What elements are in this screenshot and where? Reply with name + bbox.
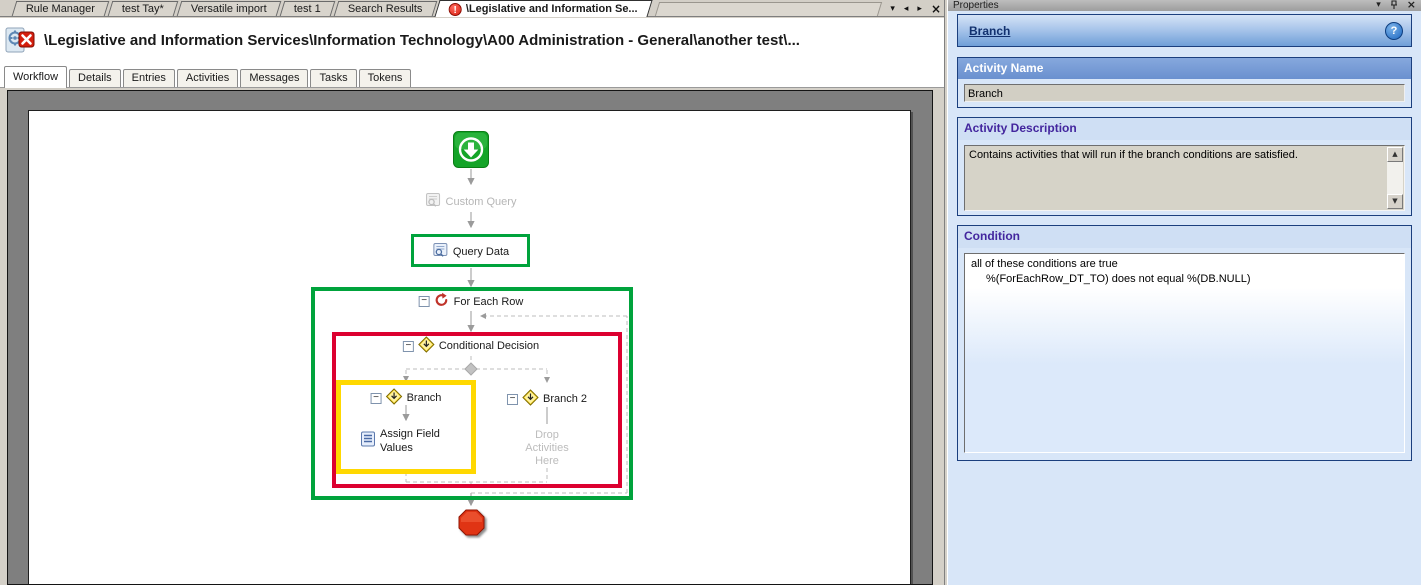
properties-panel: Properties ▾ × Branch ? Activity Name Br…	[948, 0, 1421, 585]
description-scrollbar[interactable]: ▲ ▼	[1387, 147, 1403, 209]
branch-node[interactable]: − Branch	[370, 388, 442, 408]
activity-help-link[interactable]: Branch	[969, 24, 1010, 38]
tab-scroll-right-button[interactable]: ▸	[917, 4, 922, 14]
doc-tab-label: test Tay*	[121, 3, 164, 15]
condition-rule: %(ForEachRow_DT_TO) does not equal %(DB.…	[986, 273, 1251, 285]
condition-root-rule: all of these conditions are true	[971, 258, 1118, 270]
doc-tab-search-results[interactable]: Search Results	[333, 1, 437, 16]
condition-section: Condition all of these conditions are tr…	[957, 225, 1412, 461]
workflow-canvas-page: Custom Query Query Data − For Each Row −…	[28, 110, 911, 584]
tab-close-button[interactable]: ×	[931, 3, 941, 15]
scroll-down-button[interactable]: ▼	[1387, 194, 1403, 209]
activity-name-input[interactable]: Branch	[964, 84, 1405, 102]
activity-name-section: Activity Name Branch	[957, 57, 1412, 108]
tab-scroll-left-button[interactable]: ◂	[904, 4, 909, 14]
document-tab-bar: Rule Manager test Tay* Versatile import …	[0, 0, 948, 17]
condition-editor[interactable]: all of these conditions are true %(ForEa…	[964, 253, 1405, 453]
drop-activities-hint: Drop Activities Here	[525, 429, 569, 467]
activity-description-text: Contains activities that will run if the…	[969, 149, 1298, 161]
branch-diamond-icon	[522, 389, 539, 409]
tab-messages[interactable]: Messages	[240, 69, 309, 87]
doc-tab-label: Rule Manager	[25, 3, 95, 15]
query-activity-icon	[433, 242, 449, 261]
activity-header-banner: Branch ?	[957, 14, 1412, 47]
query-data-node[interactable]: Query Data	[433, 242, 509, 261]
doc-tab-active-legislative[interactable]: ! \Legislative and Information Se...	[434, 0, 653, 17]
doc-tab-label: Search Results	[347, 3, 423, 15]
doc-tab-label: test 1	[293, 3, 321, 15]
collapse-toggle[interactable]: −	[506, 393, 518, 405]
tab-well	[655, 2, 883, 16]
decision-diamond-icon	[418, 336, 435, 356]
tab-details[interactable]: Details	[69, 69, 121, 87]
doc-tab-versatile-import[interactable]: Versatile import	[176, 1, 282, 16]
loop-icon	[434, 292, 450, 311]
document-pane: Rule Manager test Tay* Versatile import …	[0, 0, 948, 585]
document-path-title: \Legislative and Information Services\In…	[44, 31, 800, 49]
tab-tasks[interactable]: Tasks	[310, 69, 357, 87]
activity-description-section: Activity Description Contains activities…	[957, 117, 1412, 216]
collapse-toggle[interactable]: −	[402, 340, 414, 352]
doc-tab-label: Versatile import	[190, 3, 267, 15]
collapse-toggle[interactable]: −	[370, 392, 382, 404]
end-activity-node[interactable]	[458, 509, 485, 537]
tab-tokens[interactable]: Tokens	[358, 69, 412, 87]
tab-activities[interactable]: Activities	[176, 69, 239, 87]
scroll-up-button[interactable]: ▲	[1387, 147, 1403, 162]
activity-description-textarea[interactable]: Contains activities that will run if the…	[964, 145, 1405, 211]
panel-position-dropdown-button[interactable]: ▾	[1376, 0, 1381, 10]
assign-field-values-node[interactable]: Assign Field Values	[360, 427, 454, 455]
help-button[interactable]: ?	[1385, 21, 1403, 40]
alert-icon: !	[449, 2, 463, 16]
view-tab-bar: Workflow Details Entries Activities Mess…	[0, 62, 948, 88]
node-label: Query Data	[452, 245, 510, 258]
branch-diamond-icon	[385, 388, 403, 408]
tab-entries[interactable]: Entries	[122, 69, 175, 87]
condition-header: Condition	[958, 226, 1411, 248]
doc-tab-label: \Legislative and Information Se...	[466, 3, 639, 15]
activity-name-header: Activity Name	[958, 58, 1411, 79]
start-activity-node[interactable]	[453, 131, 489, 168]
properties-panel-title: Properties	[953, 0, 999, 11]
node-label: Conditional Decision	[438, 340, 540, 352]
node-label: Branch	[406, 392, 442, 404]
doc-tab-test-tay[interactable]: test Tay*	[107, 1, 179, 16]
tab-bar-controls: ▾ ◂ ▸ ×	[890, 3, 948, 16]
doc-tab-rule-manager[interactable]: Rule Manager	[11, 1, 110, 16]
node-label: Assign Field Values	[380, 428, 440, 454]
workflow-design-surface: Custom Query Query Data − For Each Row −…	[7, 90, 933, 585]
branch-2-node[interactable]: − Branch 2	[506, 389, 588, 409]
custom-query-node[interactable]: Custom Query	[426, 192, 517, 211]
workflow-error-icon	[5, 25, 35, 55]
node-label: Branch 2	[542, 393, 588, 405]
doc-tab-test-1[interactable]: test 1	[279, 1, 336, 16]
workflow-designer-window: Rule Manager test Tay* Versatile import …	[0, 0, 1421, 585]
properties-title-bar: Properties ▾ ×	[948, 0, 1421, 11]
conditional-decision-node[interactable]: − Conditional Decision	[402, 336, 540, 356]
collapse-toggle[interactable]: −	[418, 296, 430, 307]
panel-close-button[interactable]: ×	[1407, 0, 1416, 10]
query-activity-icon	[426, 192, 442, 211]
for-each-row-node[interactable]: − For Each Row	[418, 292, 524, 311]
node-label: Custom Query	[445, 195, 517, 208]
activity-description-header: Activity Description	[958, 118, 1411, 140]
panel-pin-icon[interactable]	[1390, 0, 1398, 11]
document-header: \Legislative and Information Services\In…	[0, 18, 948, 62]
assign-field-values-icon	[360, 431, 376, 450]
tab-workflow[interactable]: Workflow	[4, 66, 68, 88]
node-label: For Each Row	[453, 295, 524, 308]
tab-list-dropdown-button[interactable]: ▾	[890, 4, 895, 14]
